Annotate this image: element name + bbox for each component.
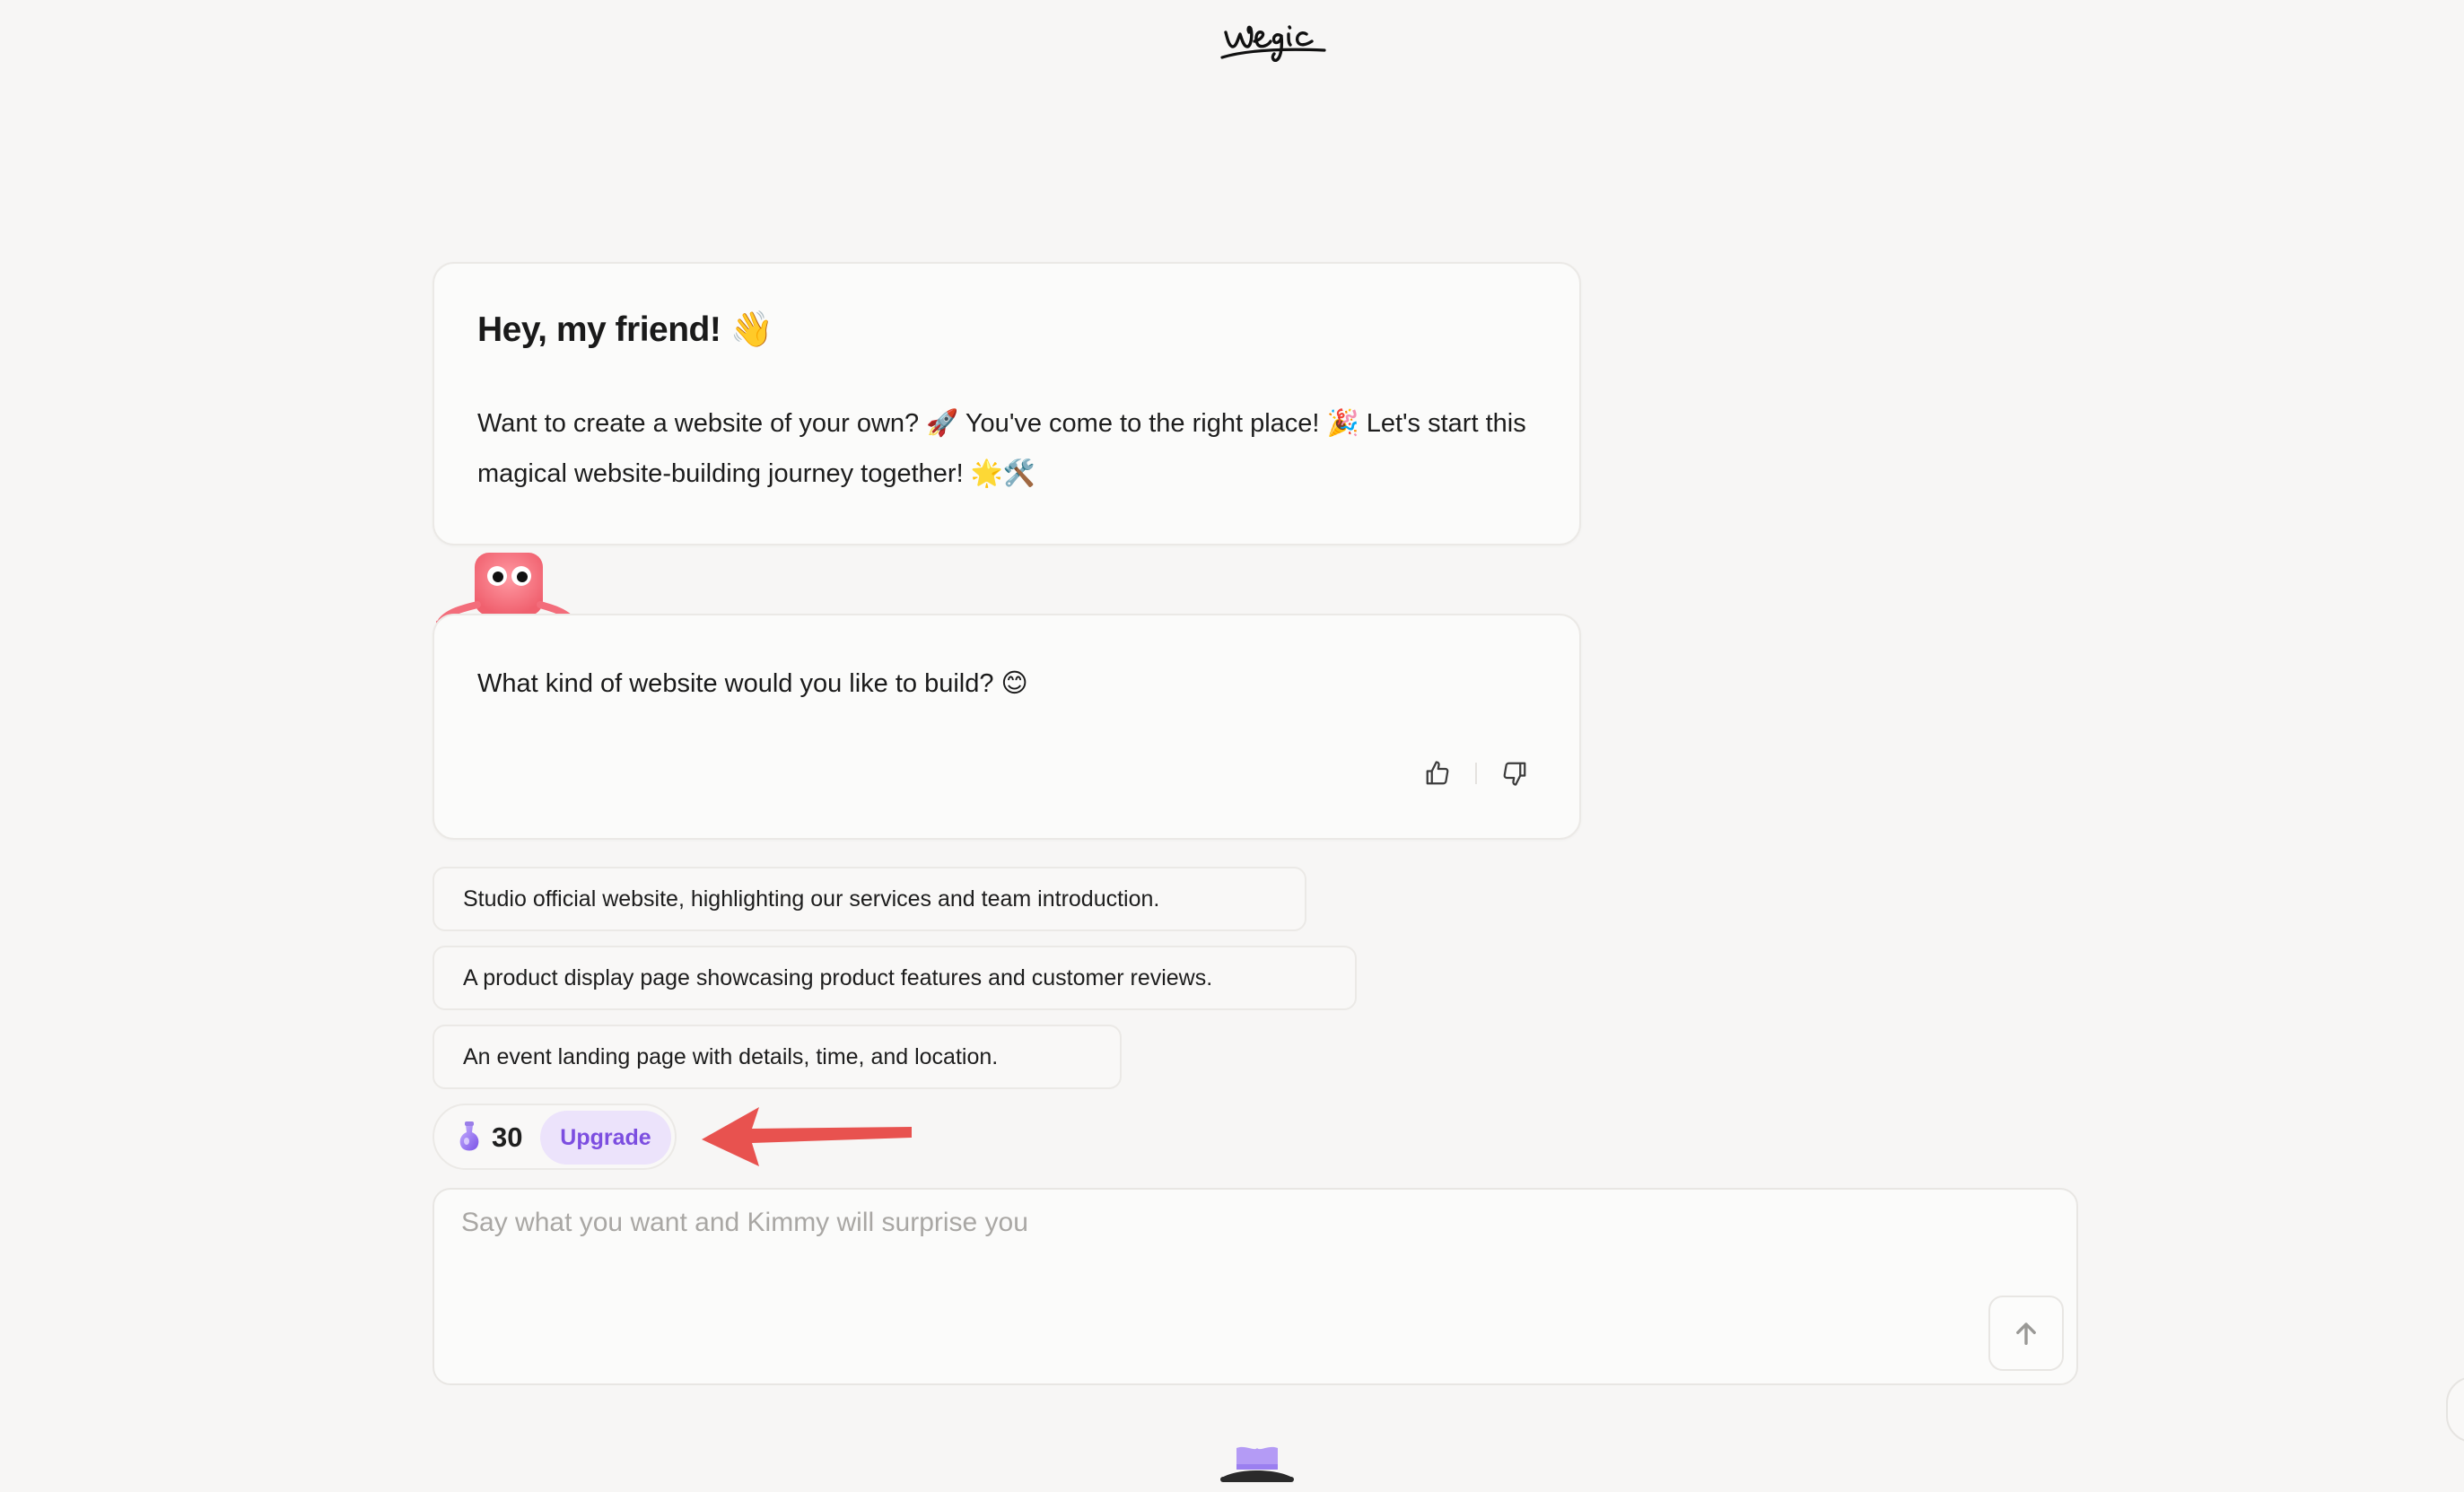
potion-icon	[456, 1120, 483, 1156]
question-message-card: What kind of website would you like to b…	[433, 614, 1581, 840]
feedback-actions	[1423, 759, 1529, 788]
question-text: What kind of website would you like to b…	[477, 669, 1028, 698]
suggestion-chip[interactable]: Studio official website, highlighting ou…	[433, 867, 1306, 931]
greeting-body: Want to create a website of your own? 🚀 …	[477, 409, 1526, 488]
upgrade-button[interactable]: Upgrade	[540, 1111, 671, 1165]
wegic-logo[interactable]	[1219, 9, 1335, 65]
thumbs-down-button[interactable]	[1500, 759, 1529, 788]
thumbs-up-button[interactable]	[1423, 759, 1452, 788]
red-arrow-pointer	[696, 1102, 915, 1170]
send-button[interactable]	[1988, 1296, 2064, 1371]
side-panel-handle[interactable]	[2446, 1376, 2464, 1443]
credit-count: 30	[492, 1121, 523, 1153]
suggestion-chip[interactable]: A product display page showcasing produc…	[433, 946, 1357, 1010]
wegic-logo-icon	[1220, 25, 1326, 62]
greeting-title: Hey, my friend! 👋	[477, 310, 773, 349]
credits-pill: 30 Upgrade	[433, 1104, 677, 1170]
arrow-up-icon	[2016, 1322, 2036, 1346]
chat-composer	[433, 1188, 2078, 1385]
greeting-message-card: Hey, my friend! 👋 Want to create a websi…	[433, 262, 1581, 545]
feedback-divider	[1475, 763, 1477, 784]
chat-input[interactable]	[461, 1208, 1951, 1315]
thumbs-down-icon	[1503, 762, 1526, 786]
thumbs-up-icon	[1426, 761, 1449, 785]
suggestion-chip[interactable]: An event landing page with details, time…	[433, 1025, 1122, 1089]
purple-hat-icon	[1219, 1441, 1296, 1488]
